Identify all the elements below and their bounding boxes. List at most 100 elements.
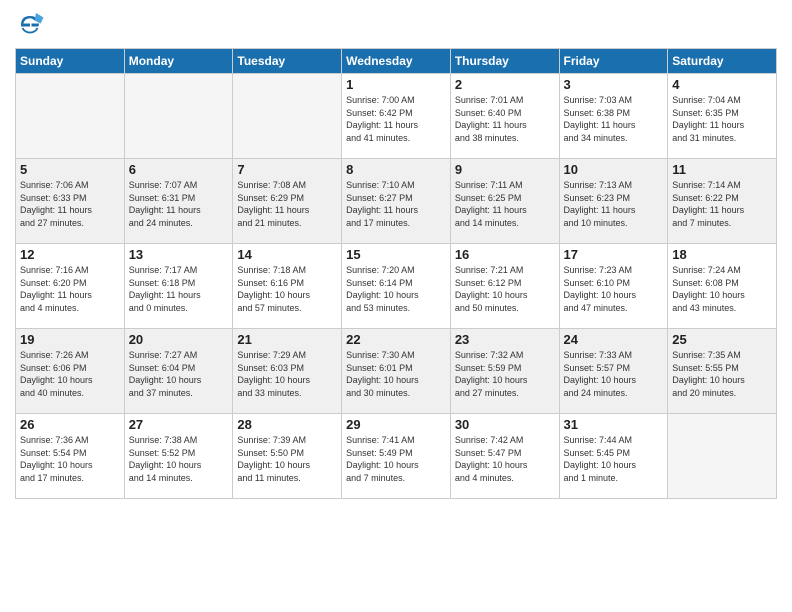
day-info: Sunrise: 7:35 AM Sunset: 5:55 PM Dayligh… xyxy=(672,349,772,399)
calendar-cell: 28 Sunrise: 7:39 AM Sunset: 5:50 PM Dayli… xyxy=(233,414,342,499)
day-number: 29 xyxy=(346,417,446,432)
day-number: 16 xyxy=(455,247,555,262)
calendar-cell: 30 Sunrise: 7:42 AM Sunset: 5:47 PM Dayli… xyxy=(450,414,559,499)
day-info: Sunrise: 7:16 AM Sunset: 6:20 PM Dayligh… xyxy=(20,264,120,314)
calendar-cell: 25 Sunrise: 7:35 AM Sunset: 5:55 PM Dayli… xyxy=(668,329,777,414)
day-number: 27 xyxy=(129,417,229,432)
day-info: Sunrise: 7:07 AM Sunset: 6:31 PM Dayligh… xyxy=(129,179,229,229)
weekday-header-sunday: Sunday xyxy=(16,49,125,74)
day-number: 6 xyxy=(129,162,229,177)
calendar-cell: 11 Sunrise: 7:14 AM Sunset: 6:22 PM Dayli… xyxy=(668,159,777,244)
calendar-cell: 18 Sunrise: 7:24 AM Sunset: 6:08 PM Dayli… xyxy=(668,244,777,329)
day-info: Sunrise: 7:14 AM Sunset: 6:22 PM Dayligh… xyxy=(672,179,772,229)
day-number: 20 xyxy=(129,332,229,347)
day-info: Sunrise: 7:30 AM Sunset: 6:01 PM Dayligh… xyxy=(346,349,446,399)
day-number: 7 xyxy=(237,162,337,177)
weekday-header-monday: Monday xyxy=(124,49,233,74)
calendar-cell: 8 Sunrise: 7:10 AM Sunset: 6:27 PM Daylig… xyxy=(342,159,451,244)
weekday-header-friday: Friday xyxy=(559,49,668,74)
day-number: 17 xyxy=(564,247,664,262)
day-number: 31 xyxy=(564,417,664,432)
calendar-cell: 20 Sunrise: 7:27 AM Sunset: 6:04 PM Dayli… xyxy=(124,329,233,414)
day-info: Sunrise: 7:32 AM Sunset: 5:59 PM Dayligh… xyxy=(455,349,555,399)
day-number: 14 xyxy=(237,247,337,262)
calendar-cell xyxy=(16,74,125,159)
day-info: Sunrise: 7:10 AM Sunset: 6:27 PM Dayligh… xyxy=(346,179,446,229)
day-info: Sunrise: 7:36 AM Sunset: 5:54 PM Dayligh… xyxy=(20,434,120,484)
calendar-cell: 29Sunrise: 7:41 AM Sunset: 5:49 PM Dayli… xyxy=(342,414,451,499)
calendar-cell: 2 Sunrise: 7:01 AM Sunset: 6:40 PM Daylig… xyxy=(450,74,559,159)
weekday-header-tuesday: Tuesday xyxy=(233,49,342,74)
calendar-cell: 31 Sunrise: 7:44 AM Sunset: 5:45 PM Dayli… xyxy=(559,414,668,499)
week-row-2: 5 Sunrise: 7:06 AM Sunset: 6:33 PM Daylig… xyxy=(16,159,777,244)
calendar-cell: 12 Sunrise: 7:16 AM Sunset: 6:20 PM Dayli… xyxy=(16,244,125,329)
day-number: 30 xyxy=(455,417,555,432)
calendar-cell: 21 Sunrise: 7:29 AM Sunset: 6:03 PM Dayli… xyxy=(233,329,342,414)
logo xyxy=(15,10,49,40)
calendar-cell: 6 Sunrise: 7:07 AM Sunset: 6:31 PM Daylig… xyxy=(124,159,233,244)
day-info: Sunrise: 7:42 AM Sunset: 5:47 PM Dayligh… xyxy=(455,434,555,484)
calendar-cell: 27 Sunrise: 7:38 AM Sunset: 5:52 PM Dayli… xyxy=(124,414,233,499)
day-info: Sunrise: 7:01 AM Sunset: 6:40 PM Dayligh… xyxy=(455,94,555,144)
day-number: 18 xyxy=(672,247,772,262)
day-number: 24 xyxy=(564,332,664,347)
calendar-cell xyxy=(233,74,342,159)
day-info: Sunrise: 7:44 AM Sunset: 5:45 PM Dayligh… xyxy=(564,434,664,484)
day-info: Sunrise: 7:04 AM Sunset: 6:35 PM Dayligh… xyxy=(672,94,772,144)
calendar-cell: 22Sunrise: 7:30 AM Sunset: 6:01 PM Dayli… xyxy=(342,329,451,414)
calendar-cell: 3 Sunrise: 7:03 AM Sunset: 6:38 PM Daylig… xyxy=(559,74,668,159)
day-info: Sunrise: 7:18 AM Sunset: 6:16 PM Dayligh… xyxy=(237,264,337,314)
day-number: 2 xyxy=(455,77,555,92)
week-row-3: 12 Sunrise: 7:16 AM Sunset: 6:20 PM Dayli… xyxy=(16,244,777,329)
calendar-cell: 10Sunrise: 7:13 AM Sunset: 6:23 PM Dayli… xyxy=(559,159,668,244)
calendar-cell: 7Sunrise: 7:08 AM Sunset: 6:29 PM Daylig… xyxy=(233,159,342,244)
weekday-header-wednesday: Wednesday xyxy=(342,49,451,74)
day-number: 21 xyxy=(237,332,337,347)
calendar-cell: 4Sunrise: 7:04 AM Sunset: 6:35 PM Daylig… xyxy=(668,74,777,159)
day-number: 9 xyxy=(455,162,555,177)
weekday-header-saturday: Saturday xyxy=(668,49,777,74)
week-row-4: 19 Sunrise: 7:26 AM Sunset: 6:06 PM Dayli… xyxy=(16,329,777,414)
day-info: Sunrise: 7:20 AM Sunset: 6:14 PM Dayligh… xyxy=(346,264,446,314)
calendar-cell: 1 Sunrise: 7:00 AM Sunset: 6:42 PM Daylig… xyxy=(342,74,451,159)
day-number: 3 xyxy=(564,77,664,92)
day-info: Sunrise: 7:27 AM Sunset: 6:04 PM Dayligh… xyxy=(129,349,229,399)
day-number: 5 xyxy=(20,162,120,177)
calendar-cell: 24 Sunrise: 7:33 AM Sunset: 5:57 PM Dayli… xyxy=(559,329,668,414)
day-info: Sunrise: 7:38 AM Sunset: 5:52 PM Dayligh… xyxy=(129,434,229,484)
day-number: 12 xyxy=(20,247,120,262)
calendar-cell: 17Sunrise: 7:23 AM Sunset: 6:10 PM Dayli… xyxy=(559,244,668,329)
calendar-cell: 26 Sunrise: 7:36 AM Sunset: 5:54 PM Dayli… xyxy=(16,414,125,499)
day-number: 8 xyxy=(346,162,446,177)
header xyxy=(15,10,777,40)
day-number: 26 xyxy=(20,417,120,432)
day-info: Sunrise: 7:13 AM Sunset: 6:23 PM Dayligh… xyxy=(564,179,664,229)
calendar-cell: 5 Sunrise: 7:06 AM Sunset: 6:33 PM Daylig… xyxy=(16,159,125,244)
calendar-cell xyxy=(668,414,777,499)
day-number: 11 xyxy=(672,162,772,177)
calendar-cell: 13 Sunrise: 7:17 AM Sunset: 6:18 PM Dayli… xyxy=(124,244,233,329)
day-number: 25 xyxy=(672,332,772,347)
day-info: Sunrise: 7:03 AM Sunset: 6:38 PM Dayligh… xyxy=(564,94,664,144)
day-info: Sunrise: 7:11 AM Sunset: 6:25 PM Dayligh… xyxy=(455,179,555,229)
day-number: 23 xyxy=(455,332,555,347)
weekday-header-row: SundayMondayTuesdayWednesdayThursdayFrid… xyxy=(16,49,777,74)
day-number: 15 xyxy=(346,247,446,262)
calendar-cell: 16Sunrise: 7:21 AM Sunset: 6:12 PM Dayli… xyxy=(450,244,559,329)
day-info: Sunrise: 7:06 AM Sunset: 6:33 PM Dayligh… xyxy=(20,179,120,229)
day-info: Sunrise: 7:33 AM Sunset: 5:57 PM Dayligh… xyxy=(564,349,664,399)
day-info: Sunrise: 7:26 AM Sunset: 6:06 PM Dayligh… xyxy=(20,349,120,399)
day-info: Sunrise: 7:17 AM Sunset: 6:18 PM Dayligh… xyxy=(129,264,229,314)
calendar-cell: 9 Sunrise: 7:11 AM Sunset: 6:25 PM Daylig… xyxy=(450,159,559,244)
day-number: 28 xyxy=(237,417,337,432)
day-info: Sunrise: 7:00 AM Sunset: 6:42 PM Dayligh… xyxy=(346,94,446,144)
day-info: Sunrise: 7:39 AM Sunset: 5:50 PM Dayligh… xyxy=(237,434,337,484)
day-number: 1 xyxy=(346,77,446,92)
day-number: 19 xyxy=(20,332,120,347)
day-info: Sunrise: 7:24 AM Sunset: 6:08 PM Dayligh… xyxy=(672,264,772,314)
day-info: Sunrise: 7:29 AM Sunset: 6:03 PM Dayligh… xyxy=(237,349,337,399)
day-number: 13 xyxy=(129,247,229,262)
logo-icon xyxy=(15,10,45,40)
calendar-cell: 15 Sunrise: 7:20 AM Sunset: 6:14 PM Dayli… xyxy=(342,244,451,329)
week-row-1: 1 Sunrise: 7:00 AM Sunset: 6:42 PM Daylig… xyxy=(16,74,777,159)
